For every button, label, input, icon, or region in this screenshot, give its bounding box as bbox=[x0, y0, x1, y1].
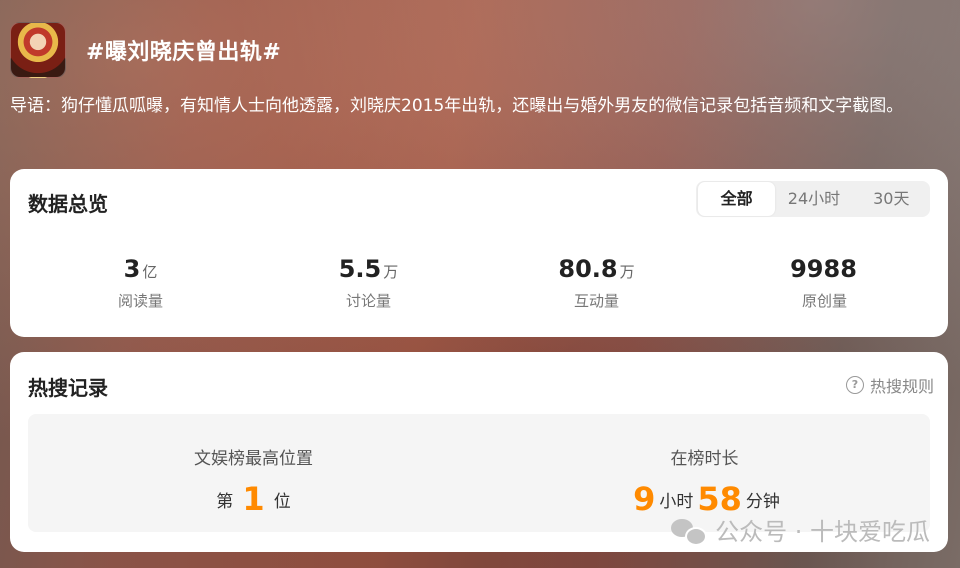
duration-block: 在榜时长 9 小时 58 分钟 bbox=[479, 414, 930, 519]
hours-unit: 小时 bbox=[659, 492, 694, 512]
minutes-unit: 分钟 bbox=[745, 492, 780, 512]
question-icon: ? bbox=[845, 376, 864, 394]
stat-label: 阅读量 bbox=[117, 292, 163, 310]
topic-avatar[interactable] bbox=[10, 22, 66, 78]
stat-value: 5.5 bbox=[338, 255, 382, 283]
stat-unit: 亿 bbox=[142, 263, 158, 281]
stat-label: 讨论量 bbox=[345, 292, 391, 310]
stat-value: 80.8 bbox=[558, 255, 618, 283]
stat-original: 9988 原创量 bbox=[712, 255, 937, 311]
tab-24h[interactable]: 24小时 bbox=[775, 182, 852, 216]
stats-row: 3亿 阅读量 5.5 万 讨论量 80.8 万 互动量 9988 原创量 bbox=[10, 255, 948, 311]
topic-intro: 导语：狗仔懂瓜呱曝，有知情人士向他透露，刘晓庆2015年出轨，还曝出与婚外男友的… bbox=[10, 96, 904, 116]
data-overview-card: 数据总览 全部 24小时 30天 3亿 阅读量 5.5 万 讨论量 80.8 万 互… bbox=[10, 169, 948, 337]
stat-value: 3 bbox=[123, 255, 141, 283]
topic-header: #曝刘晓庆曾出轨# bbox=[10, 22, 281, 78]
hot-search-title: 热搜记录 bbox=[28, 376, 108, 400]
stat-reads: 3亿 阅读量 bbox=[28, 255, 253, 311]
watermark: 公众号 · 十块爱吃瓜 bbox=[671, 512, 930, 547]
rules-label: 热搜规则 bbox=[869, 377, 934, 396]
tab-30d[interactable]: 30天 bbox=[853, 182, 930, 216]
stat-unit: 万 bbox=[383, 263, 399, 281]
position-suffix: 位 bbox=[273, 492, 291, 512]
stat-discussions: 5.5 万 讨论量 bbox=[256, 255, 481, 311]
stat-label: 互动量 bbox=[573, 292, 619, 310]
duration-label: 在榜时长 bbox=[670, 449, 739, 469]
stat-interactions: 80.8 万 互动量 bbox=[484, 255, 709, 311]
time-range-tabs: 全部 24小时 30天 bbox=[696, 181, 930, 217]
best-position-block: 文娱榜最高位置 第 1 位 bbox=[28, 414, 479, 519]
data-overview-title: 数据总览 bbox=[28, 192, 108, 216]
stat-unit: 万 bbox=[619, 263, 635, 281]
best-position-value: 1 bbox=[242, 480, 265, 518]
stat-label: 原创量 bbox=[801, 292, 847, 310]
stat-value: 9988 bbox=[790, 255, 857, 283]
topic-title[interactable]: #曝刘晓庆曾出轨# bbox=[86, 34, 281, 66]
watermark-text: 公众号 · 十块爱吃瓜 bbox=[715, 518, 930, 546]
hot-search-rules-link[interactable]: ? 热搜规则 bbox=[845, 373, 934, 397]
tab-all[interactable]: 全部 bbox=[698, 182, 776, 216]
best-position-label: 文娱榜最高位置 bbox=[194, 449, 313, 469]
wechat-icon bbox=[671, 517, 708, 546]
position-prefix: 第 bbox=[216, 492, 234, 512]
duration-hours: 9 bbox=[633, 480, 656, 518]
